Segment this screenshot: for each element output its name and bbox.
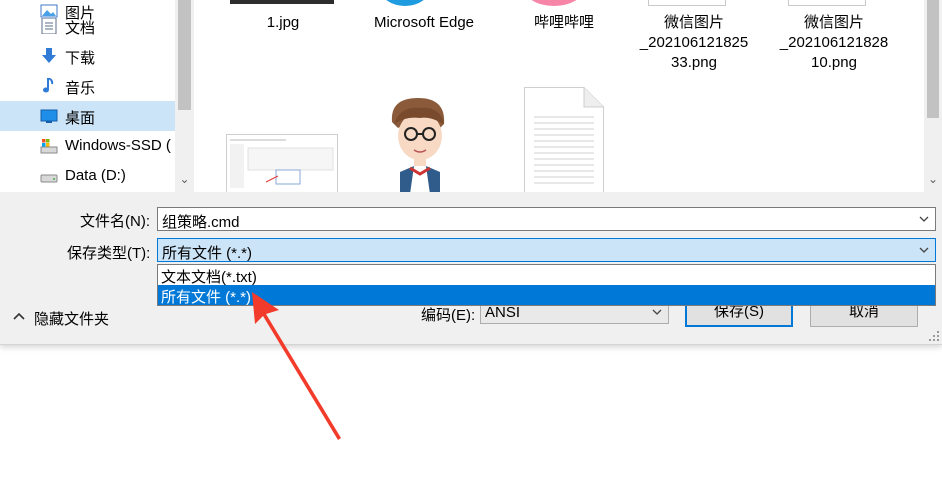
file-thumbnail[interactable] [788, 0, 866, 6]
file-name[interactable]: 微信图片 _202106121825 33.png [632, 13, 756, 73]
screenshot-thumbnail[interactable] [226, 134, 338, 192]
file-thumbnail[interactable] [230, 0, 334, 4]
nav-scroll-thumb[interactable] [178, 0, 191, 110]
download-icon [42, 48, 56, 63]
nav-item-desktop[interactable]: 桌面 [0, 101, 175, 131]
desktop-icon [40, 109, 58, 123]
bilibili-icon[interactable] [524, 0, 584, 6]
file-name-line: _202106121825 [639, 34, 749, 51]
nav-item-label: 文档 [65, 20, 96, 37]
filetype-value: 所有文件 (*.*) [162, 245, 253, 262]
navigation-pane: 图片 文档 下载 音乐 桌面 Windows-SSD ( Data (D:) [0, 0, 194, 192]
encoding-value: ANSI [485, 304, 521, 321]
nav-item-label: 音乐 [65, 80, 96, 97]
chevron-up-icon[interactable] [12, 310, 26, 324]
nav-scrollbar[interactable]: ⌄ [175, 0, 194, 192]
nav-item-label: Data (D:) [65, 167, 126, 184]
nav-item-label: 下载 [65, 50, 96, 67]
filename-value: 组策略.cmd [162, 214, 240, 231]
chevron-down-icon[interactable] [917, 243, 931, 257]
filetype-label: 保存类型(T): [67, 245, 151, 262]
nav-item-label: Windows-SSD ( [65, 137, 171, 154]
avatar-cartoon-icon[interactable] [380, 94, 460, 192]
nav-item-documents[interactable]: 文档 [0, 11, 175, 41]
nav-item-downloads[interactable]: 下载 [0, 41, 175, 71]
file-list: 1.jpg Microsoft Edge 哔哩哔哩 微信图片 _20210612… [194, 0, 924, 192]
hide-folders-toggle[interactable]: 隐藏文件夹 [34, 308, 109, 329]
edge-icon[interactable] [380, 0, 430, 6]
nav-item-data-drive[interactable]: Data (D:) [0, 161, 175, 191]
file-name[interactable]: 微信图片 _202106121828 10.png [772, 13, 896, 73]
scroll-down-arrow-icon[interactable]: ⌄ [177, 172, 192, 188]
file-list-scroll-thumb[interactable] [927, 0, 939, 118]
file-name-line: 哔哩哔哩 [533, 14, 594, 31]
file-name[interactable]: 哔哩哔哩 [504, 13, 624, 33]
file-name-line: 10.png [811, 54, 857, 71]
chevron-down-icon[interactable] [917, 212, 931, 226]
file-name-line: Microsoft Edge [373, 14, 475, 31]
file-name-line: _202106121828 [779, 34, 889, 51]
filename-field[interactable]: 组策略.cmd [157, 207, 936, 231]
windows-drive-icon [40, 139, 58, 154]
resize-grip-icon[interactable] [926, 328, 940, 342]
file-name-line: 1.jpg [266, 14, 300, 31]
file-list-scrollbar[interactable]: ⌄ [924, 0, 942, 192]
encoding-label: 编码(E): [421, 307, 476, 324]
nav-item-label: 桌面 [65, 110, 96, 127]
drive-icon [40, 174, 58, 183]
document-file-icon[interactable] [524, 87, 604, 192]
nav-item-windows-ssd[interactable]: Windows-SSD ( [0, 131, 175, 161]
documents-icon [41, 18, 57, 34]
file-name[interactable]: 1.jpg [228, 13, 338, 33]
nav-item-music[interactable]: 音乐 [0, 71, 175, 101]
scroll-down-arrow-icon[interactable]: ⌄ [925, 172, 941, 188]
file-thumbnail[interactable] [648, 0, 726, 6]
file-name-line: 33.png [671, 54, 717, 71]
filename-label: 文件名(N): [80, 213, 150, 230]
filetype-select[interactable]: 所有文件 (*.*) [157, 238, 936, 262]
music-icon [43, 78, 54, 93]
annotation-arrow-icon [252, 292, 341, 440]
file-name-line: 微信图片 [803, 14, 864, 31]
file-name-line: 微信图片 [663, 14, 724, 31]
file-name[interactable]: Microsoft Edge [354, 13, 494, 33]
chevron-down-icon[interactable] [650, 305, 664, 319]
